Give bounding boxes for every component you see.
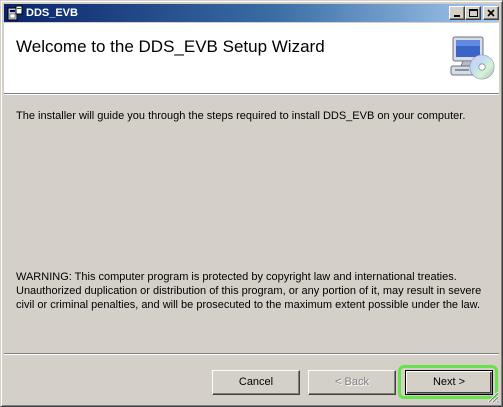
minimize-icon bbox=[454, 15, 460, 17]
maximize-icon bbox=[469, 9, 478, 17]
page-title: Welcome to the DDS_EVB Setup Wizard bbox=[16, 37, 325, 56]
resize-grip-icon[interactable] bbox=[487, 391, 499, 403]
header-divider-highlight bbox=[4, 94, 499, 95]
intro-text: The installer will guide you through the… bbox=[16, 110, 466, 122]
next-button[interactable]: Next > bbox=[405, 370, 493, 395]
cancel-button[interactable]: Cancel bbox=[212, 370, 300, 395]
footer-divider-highlight bbox=[4, 354, 499, 355]
installer-icon bbox=[7, 5, 23, 21]
close-button[interactable] bbox=[483, 6, 499, 20]
title-bar[interactable]: DDS_EVB bbox=[4, 4, 499, 22]
copyright-warning: WARNING: This computer program is protec… bbox=[16, 271, 482, 311]
close-icon bbox=[487, 9, 495, 17]
maximize-button[interactable] bbox=[465, 6, 481, 20]
setup-wizard-window: DDS_EVB Welcome to the DDS_EVB Setup Wiz… bbox=[0, 0, 503, 407]
minimize-button[interactable] bbox=[449, 6, 465, 20]
wizard-header: Welcome to the DDS_EVB Setup Wizard bbox=[4, 23, 499, 93]
back-button[interactable]: < Back bbox=[308, 370, 396, 395]
computer-cd-icon bbox=[447, 34, 497, 84]
window-title: DDS_EVB bbox=[26, 7, 78, 19]
